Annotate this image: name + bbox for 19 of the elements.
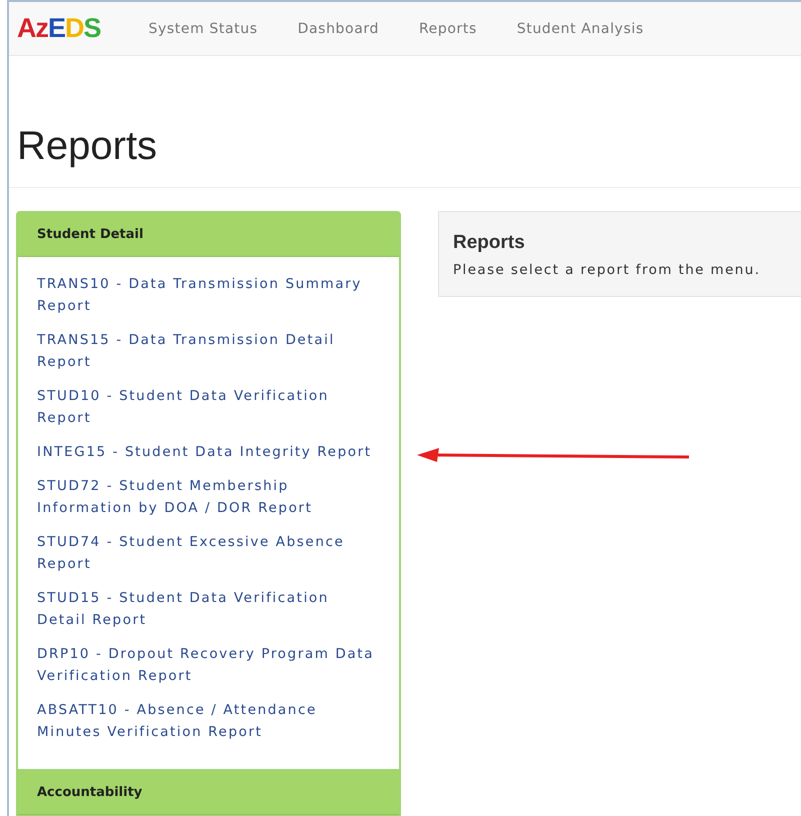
report-link[interactable]: TRANS10 - Data Transmission Summary Report <box>37 273 382 317</box>
panel-heading[interactable]: Accountability <box>18 771 399 815</box>
report-link[interactable]: STUD15 - Student Data Verification Detail Report <box>37 587 382 631</box>
report-link[interactable]: STUD10 - Student Data Verification Report <box>37 385 382 429</box>
report-link[interactable]: DRP10 - Dropout Recovery Program Data Verification Report <box>37 643 382 687</box>
panel-heading[interactable]: Student Detail <box>18 213 399 257</box>
report-link[interactable]: STUD74 - Student Excessive Absence Report <box>37 531 382 575</box>
logo[interactable]: AzEDS <box>9 13 129 44</box>
page-title: Reports <box>17 124 158 169</box>
nav-link[interactable]: System Status <box>128 20 278 36</box>
report-link[interactable]: TRANS15 - Data Transmission Detail Report <box>37 329 382 373</box>
report-link[interactable]: ABSATT10 - Absence / Attendance Minutes Verification Report <box>37 699 382 743</box>
nav-link[interactable]: Student Analysis <box>496 20 664 36</box>
report-link[interactable]: INTEG15 - Student Data Integrity Report <box>37 441 382 463</box>
well-heading: Reports <box>453 232 526 254</box>
report-link[interactable]: STUD72 - Student Membership Information by DOA / DOR Report <box>37 475 382 519</box>
well-message: Please select a report from the menu. <box>453 262 762 278</box>
nav-link[interactable]: Dashboard <box>278 20 399 36</box>
nav-link[interactable]: Reports <box>398 20 497 36</box>
